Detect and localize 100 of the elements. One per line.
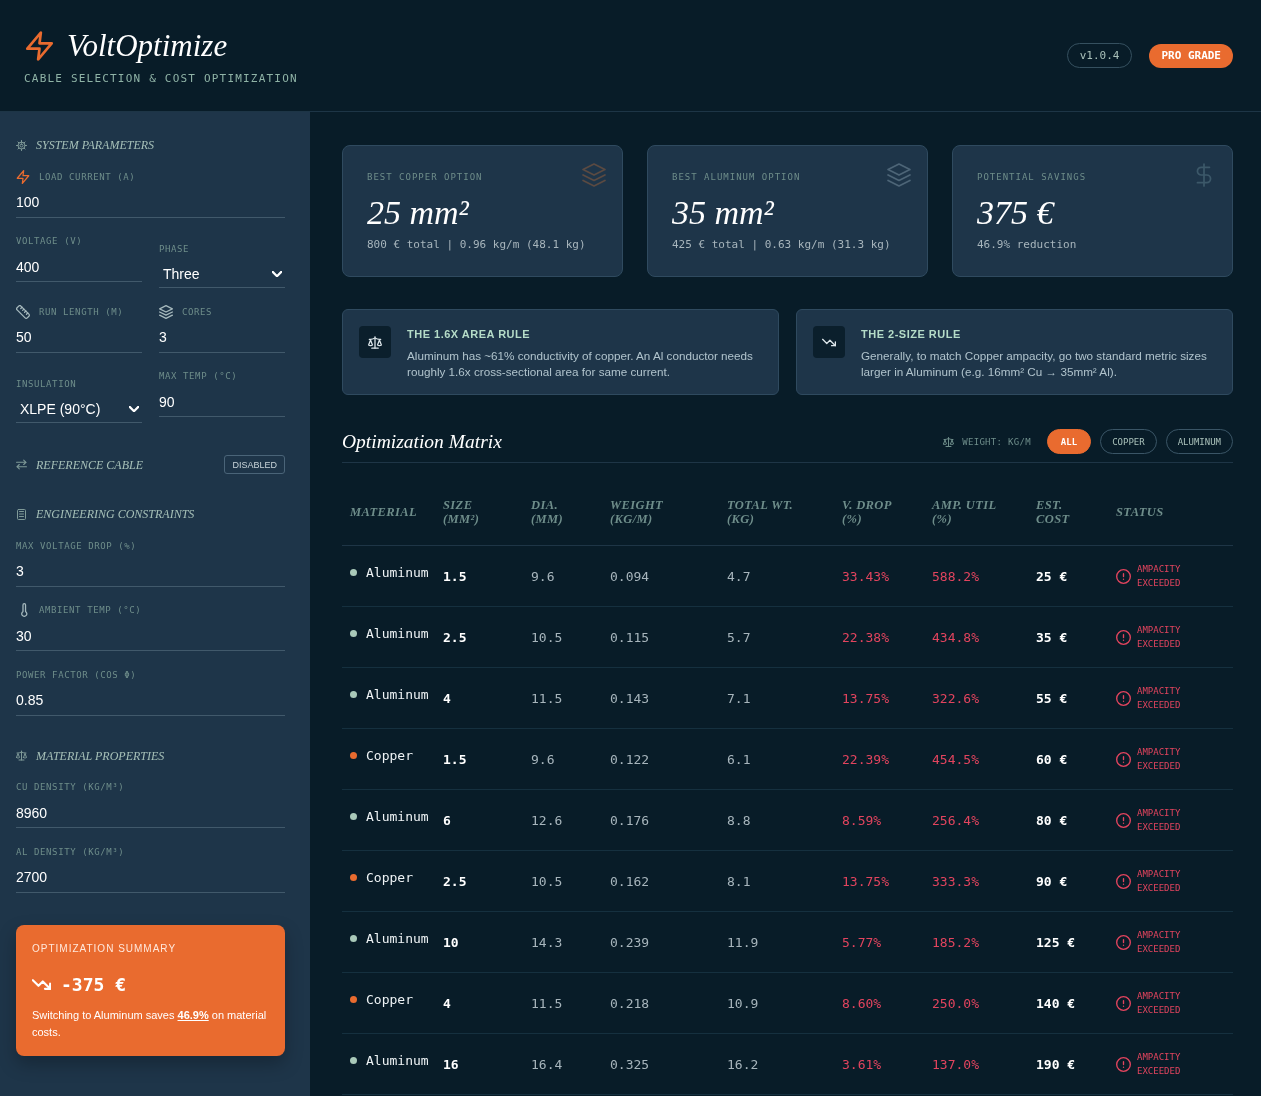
lightning-bolt-icon (26, 30, 53, 61)
table-cell: 434.8% (932, 629, 979, 645)
section-title: REFERENCE CABLE (36, 456, 143, 473)
trend-down-icon (813, 326, 845, 358)
field-label: CU DENSITY (KG/M³) (16, 781, 125, 794)
table-cell: Aluminum (366, 1053, 429, 1068)
column-header: V. DROP (%) (842, 498, 893, 526)
settings-icon (16, 139, 27, 151)
input-field[interactable]: 90 (159, 387, 285, 417)
table-cell: Aluminum (366, 931, 429, 946)
input-field[interactable]: 0.85 (16, 685, 285, 716)
field-label: PHASE (159, 243, 190, 256)
app-subtitle: CABLE SELECTION & COST OPTIMIZATION (24, 71, 298, 86)
input-field[interactable]: 30 (16, 621, 285, 651)
alert-icon (1116, 1056, 1131, 1072)
input-field[interactable]: 400 (16, 252, 142, 282)
table-cell: 0.325 (610, 1056, 650, 1072)
field-label: MAX TEMP (°C) (159, 370, 238, 383)
table-cell: 322.6% (932, 690, 979, 706)
status-text: AMPACITY EXCEEDED (1137, 990, 1181, 1017)
table-cell: 16 (443, 1056, 459, 1072)
swap-arrows-icon (16, 459, 27, 470)
column-header: MATERIAL (350, 505, 419, 519)
table-cell: 33.43% (842, 568, 889, 584)
column-header: SIZE (MM²) (443, 498, 481, 526)
toggle-button[interactable]: DISABLED (224, 455, 285, 474)
field-label: INSULATION (16, 378, 77, 391)
status-text: AMPACITY EXCEEDED (1137, 807, 1181, 834)
info-title: THE 2-SIZE RULE (861, 327, 962, 341)
table-cell: 4 (443, 995, 451, 1011)
table-cell: Aluminum (366, 626, 429, 641)
stat-value: 35 mm² (672, 194, 775, 232)
app-title: VoltOptimize (67, 27, 228, 64)
status-text: AMPACITY EXCEEDED (1137, 1051, 1181, 1078)
alert-icon (1116, 934, 1131, 950)
table-cell: 140 € (1036, 995, 1076, 1011)
field-label: CORES (182, 305, 213, 319)
table-cell: 16.2 (727, 1056, 759, 1072)
scale-icon (943, 436, 955, 447)
input-field[interactable]: 3 (16, 556, 285, 587)
table-cell: 125 € (1036, 934, 1076, 950)
status-text: AMPACITY EXCEEDED (1137, 929, 1181, 956)
table-cell: 0.176 (610, 812, 650, 828)
table-cell: 2.5 (443, 873, 467, 889)
chevron-down-icon (129, 405, 139, 412)
table-cell: 333.3% (932, 873, 979, 889)
table-cell: 16.4 (531, 1056, 563, 1072)
input-field[interactable]: 2700 (16, 862, 285, 893)
table-cell: 0.115 (610, 629, 650, 645)
document-icon (16, 508, 27, 520)
plan-badge: PRO GRADE (1149, 43, 1233, 68)
chevron-down-icon (272, 270, 282, 277)
scale-icon (16, 750, 27, 761)
lightning-bolt-icon (16, 169, 30, 184)
table-cell: 80 € (1036, 812, 1068, 828)
section-title: ENGINEERING CONSTRAINTS (36, 506, 195, 522)
alert-icon (1116, 995, 1131, 1011)
scale-icon (359, 326, 391, 358)
dropdown[interactable]: Three (159, 260, 285, 288)
input-field[interactable]: 100 (16, 187, 285, 218)
table-cell: 22.38% (842, 629, 889, 645)
table-cell: 4.7 (727, 568, 751, 584)
column-header: AMP. UTIL (%) (932, 498, 998, 526)
table-cell: 9.6 (531, 751, 555, 767)
unit-label: WEIGHT: KG/M (962, 436, 1031, 447)
input-field[interactable]: 3 (159, 322, 285, 353)
table-cell: 185.2% (932, 934, 979, 950)
table-cell: 13.75% (842, 690, 889, 706)
info-title: THE 1.6X AREA RULE (407, 327, 532, 341)
status-text: AMPACITY EXCEEDED (1137, 868, 1181, 895)
table-cell: 6.1 (727, 751, 751, 767)
table-cell: 256.4% (932, 812, 979, 828)
table-cell: 60 € (1036, 751, 1068, 767)
alert-icon (1116, 690, 1131, 706)
stat-detail: 46.9% reduction (977, 237, 1078, 253)
table-cell: 12.6 (531, 812, 563, 828)
table-cell: 0.218 (610, 995, 650, 1011)
table-cell: 0.122 (610, 751, 650, 767)
table-cell: 0.094 (610, 568, 650, 584)
field-label: RUN LENGTH (M) (39, 305, 124, 319)
input-field[interactable]: 8960 (16, 798, 285, 828)
dropdown[interactable]: XLPE (90°C) (16, 395, 142, 423)
table-cell: 250.0% (932, 995, 979, 1011)
table-cell: Copper (366, 870, 413, 885)
table-cell: 14.3 (531, 934, 563, 950)
table-cell: Copper (366, 748, 413, 763)
table-cell: 2.5 (443, 629, 467, 645)
status-text: AMPACITY EXCEEDED (1137, 746, 1181, 773)
column-header: STATUS (1116, 505, 1165, 519)
table-cell: 25 € (1036, 568, 1068, 584)
summary-label: OPTIMIZATION SUMMARY (32, 942, 178, 955)
table-cell: 10 (443, 934, 459, 950)
input-field[interactable]: 50 (16, 322, 142, 353)
trend-down-icon (32, 979, 51, 990)
stat-detail: 425 € total | 0.63 kg/m (31.3 kg) (672, 237, 892, 253)
ruler-icon (16, 304, 30, 319)
summary-text: Switching to Aluminum saves 46.9% on material costs. (32, 1007, 268, 1040)
status-text: AMPACITY EXCEEDED (1137, 624, 1181, 651)
table-cell: 1.5 (443, 568, 467, 584)
table-cell: Aluminum (366, 809, 429, 824)
